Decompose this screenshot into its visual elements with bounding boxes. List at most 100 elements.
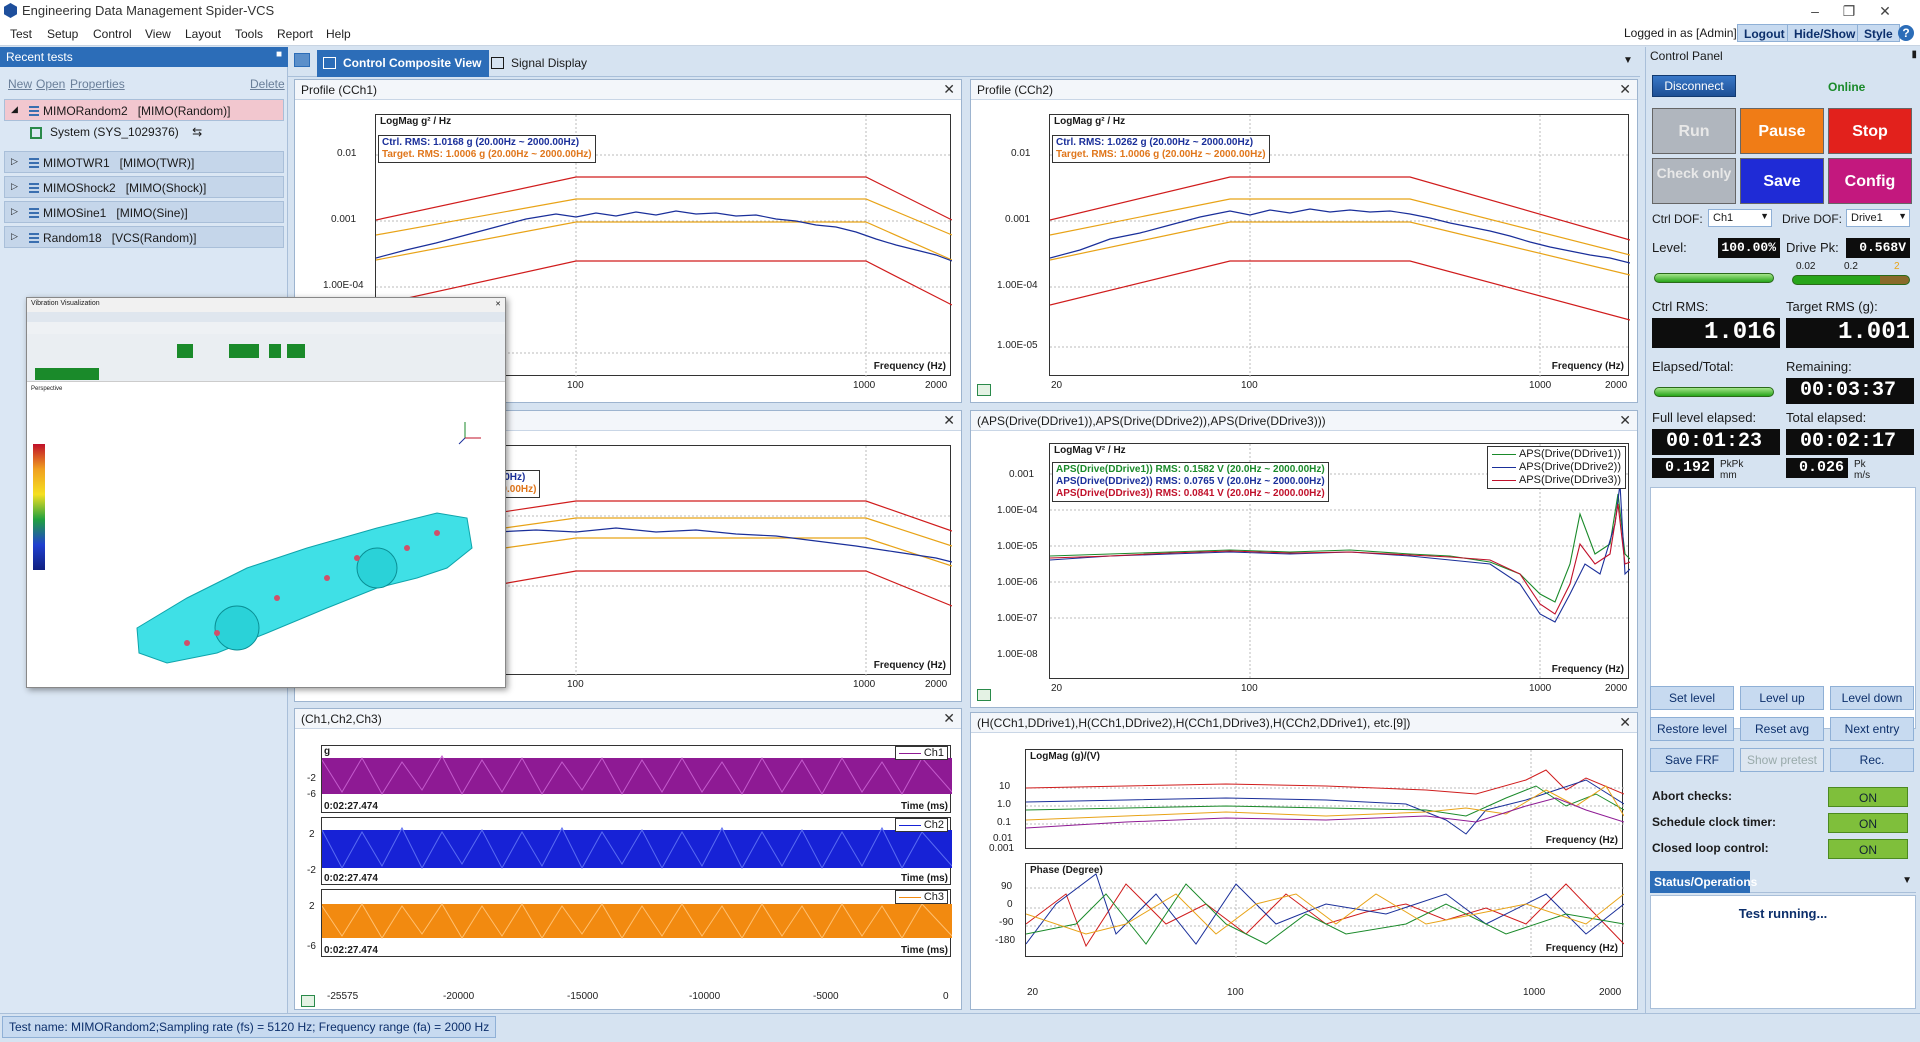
logout-button[interactable]: Logout bbox=[1737, 24, 1792, 42]
rec-button[interactable]: Rec. bbox=[1830, 748, 1914, 772]
menu-report[interactable]: Report bbox=[277, 27, 313, 41]
minimize-icon[interactable]: – bbox=[1800, 1, 1830, 21]
pane-title: (H(CCh1,DDrive1),H(CCh1,DDrive2),H(CCh1,… bbox=[977, 716, 1411, 730]
close-icon[interactable]: ✕ bbox=[495, 300, 501, 308]
expand-icon[interactable]: ▷ bbox=[11, 206, 18, 217]
level-display: 100.00% bbox=[1718, 238, 1780, 258]
tab-control-composite[interactable]: Control Composite View bbox=[317, 50, 490, 77]
delete-link[interactable]: Delete bbox=[250, 77, 285, 91]
toolbar-icon[interactable] bbox=[269, 344, 281, 358]
hideshow-button[interactable]: Hide/Show bbox=[1787, 24, 1863, 42]
close-icon[interactable]: ✕ bbox=[943, 81, 955, 98]
ch2-plot[interactable]: Ch2 0:02:27.474 Time (ms) bbox=[321, 817, 953, 885]
menu-control[interactable]: Control bbox=[93, 27, 132, 41]
popup-source-row[interactable] bbox=[27, 322, 505, 334]
aps-drive-plot[interactable]: LogMag V² / Hz APS(Drive(DDrive1)) RMS: … bbox=[1049, 443, 1631, 680]
aps-legend: APS(Drive(DDrive1)) APS(Drive(DDrive2)) … bbox=[1487, 446, 1626, 489]
x-axis-label: Frequency (Hz) bbox=[1551, 664, 1624, 675]
abort-checks-label: Abort checks: bbox=[1652, 789, 1733, 803]
layout-icon[interactable] bbox=[294, 53, 310, 67]
toolbar-icon[interactable] bbox=[287, 344, 305, 358]
style-button[interactable]: Style bbox=[1857, 24, 1900, 42]
close-window-icon[interactable]: ✕ bbox=[1870, 1, 1900, 21]
level-down-button[interactable]: Level down bbox=[1830, 686, 1914, 710]
toolbar-icon[interactable] bbox=[35, 368, 99, 380]
pin-icon[interactable]: ■ bbox=[276, 49, 282, 60]
system-tree-icon bbox=[30, 126, 42, 139]
system-item[interactable]: System (SYS_1029376) ⇆ bbox=[30, 125, 202, 139]
ctrl-rms-text: Ctrl. RMS: 1.0262 g (20.00Hz ~ 2000.00Hz… bbox=[1056, 137, 1254, 148]
save-frf-button[interactable]: Save FRF bbox=[1650, 748, 1734, 772]
reset-avg-button[interactable]: Reset avg bbox=[1740, 717, 1824, 741]
drive-pk-display: 0.568V bbox=[1846, 238, 1910, 258]
open-link[interactable]: Open bbox=[36, 77, 65, 91]
closed-loop-toggle[interactable]: ON bbox=[1828, 839, 1908, 859]
menu-test[interactable]: Test bbox=[10, 27, 32, 41]
frf-phase-plot[interactable]: Phase (Degree) Frequency (Hz) bbox=[1025, 863, 1625, 958]
chart-settings-icon[interactable] bbox=[977, 689, 991, 701]
close-icon[interactable]: ✕ bbox=[1619, 714, 1631, 731]
pin-icon[interactable]: ▮ bbox=[1911, 49, 1917, 60]
expand-icon[interactable]: ▷ bbox=[11, 156, 18, 167]
new-link[interactable]: New bbox=[8, 77, 32, 91]
close-icon[interactable]: ✕ bbox=[943, 710, 955, 727]
close-icon[interactable]: ✕ bbox=[943, 412, 955, 429]
menu-help[interactable]: Help bbox=[326, 27, 351, 41]
x-axis-label: Frequency (Hz) bbox=[1551, 361, 1624, 372]
config-button[interactable]: Config bbox=[1828, 158, 1912, 204]
restore-level-button[interactable]: Restore level bbox=[1650, 717, 1734, 741]
menu-tools[interactable]: Tools bbox=[235, 27, 263, 41]
test-list-icon bbox=[29, 233, 39, 243]
set-level-button[interactable]: Set level bbox=[1650, 686, 1734, 710]
tab-status-operations[interactable]: Status/Operations bbox=[1650, 871, 1757, 893]
tab-signal-display[interactable]: Signal Display bbox=[485, 50, 595, 77]
vehicle-model-image[interactable] bbox=[127, 458, 487, 678]
menu-setup[interactable]: Setup bbox=[47, 27, 78, 41]
ch3-plot[interactable]: Ch3 0:02:27.474 Time (ms) bbox=[321, 889, 953, 957]
level-up-button[interactable]: Level up bbox=[1740, 686, 1824, 710]
test-item-mimoshock2[interactable]: ▷ MIMOShock2 [MIMO(Shock)] bbox=[4, 176, 284, 198]
popup-toolbar[interactable] bbox=[27, 334, 505, 382]
schedule-timer-toggle[interactable]: ON bbox=[1828, 813, 1908, 833]
popup-tabs[interactable] bbox=[27, 312, 505, 322]
chart-settings-icon[interactable] bbox=[301, 995, 315, 1007]
chevron-down-icon[interactable]: ▼ bbox=[1902, 875, 1912, 886]
run-button[interactable]: Run bbox=[1652, 108, 1736, 154]
abort-checks-toggle[interactable]: ON bbox=[1828, 787, 1908, 807]
chevron-down-icon[interactable]: ▼ bbox=[1623, 55, 1633, 66]
restore-icon[interactable]: ❐ bbox=[1834, 1, 1864, 21]
stop-button[interactable]: Stop bbox=[1828, 108, 1912, 154]
chart-settings-icon[interactable] bbox=[977, 384, 991, 396]
y-tick: 1.00E-04 bbox=[997, 505, 1038, 516]
legend-item: APS(Drive(DDrive1)) bbox=[1492, 448, 1621, 461]
toolbar-icon[interactable] bbox=[229, 344, 259, 358]
close-icon[interactable]: ✕ bbox=[1619, 412, 1631, 429]
ctrl-dof-select[interactable]: Ch1 ▼ bbox=[1708, 209, 1772, 227]
status-tab-bar: Status/Operations ▼ bbox=[1650, 871, 1916, 893]
expand-icon[interactable]: ◢ bbox=[11, 104, 18, 115]
test-item-random18[interactable]: ▷ Random18 [VCS(Random)] bbox=[4, 226, 284, 248]
properties-link[interactable]: Properties bbox=[70, 77, 125, 91]
check-only-button[interactable]: Check only bbox=[1652, 158, 1736, 204]
vibration-visualization-window[interactable]: Vibration Visualization ✕ Perspective bbox=[26, 297, 506, 688]
help-icon[interactable]: ? bbox=[1898, 25, 1914, 41]
menu-view[interactable]: View bbox=[145, 27, 171, 41]
test-item-mimosine1[interactable]: ▷ MIMOSine1 [MIMO(Sine)] bbox=[4, 201, 284, 223]
pause-button[interactable]: Pause bbox=[1740, 108, 1824, 154]
frf-mag-plot[interactable]: LogMag (g)/(V) Frequency (Hz) bbox=[1025, 749, 1625, 850]
test-item-mimotwr1[interactable]: ▷ MIMOTWR1 [MIMO(TWR)] bbox=[4, 151, 284, 173]
profile-cch2-plot[interactable]: LogMag g² / Hz Ctrl. RMS: 1.0262 g (20.0… bbox=[1049, 114, 1631, 377]
ch1-plot[interactable]: g Ch1 0:02:27.474 Time (ms) bbox=[321, 745, 953, 813]
test-item-mimorandom2[interactable]: ◢ MIMORandom2 [MIMO(Random)] bbox=[4, 99, 284, 121]
disconnect-button[interactable]: Disconnect bbox=[1652, 75, 1736, 97]
expand-icon[interactable]: ▷ bbox=[11, 231, 18, 242]
show-pretest-button[interactable]: Show pretest bbox=[1740, 748, 1824, 772]
save-button[interactable]: Save bbox=[1740, 158, 1824, 204]
next-entry-button[interactable]: Next entry bbox=[1830, 717, 1914, 741]
toolbar-icon[interactable] bbox=[177, 344, 193, 358]
y-tick: 0.001 bbox=[331, 214, 357, 225]
expand-icon[interactable]: ▷ bbox=[11, 181, 18, 192]
menu-layout[interactable]: Layout bbox=[185, 27, 221, 41]
close-icon[interactable]: ✕ bbox=[1619, 81, 1631, 98]
drive-dof-select[interactable]: Drive1 ▼ bbox=[1846, 209, 1910, 227]
